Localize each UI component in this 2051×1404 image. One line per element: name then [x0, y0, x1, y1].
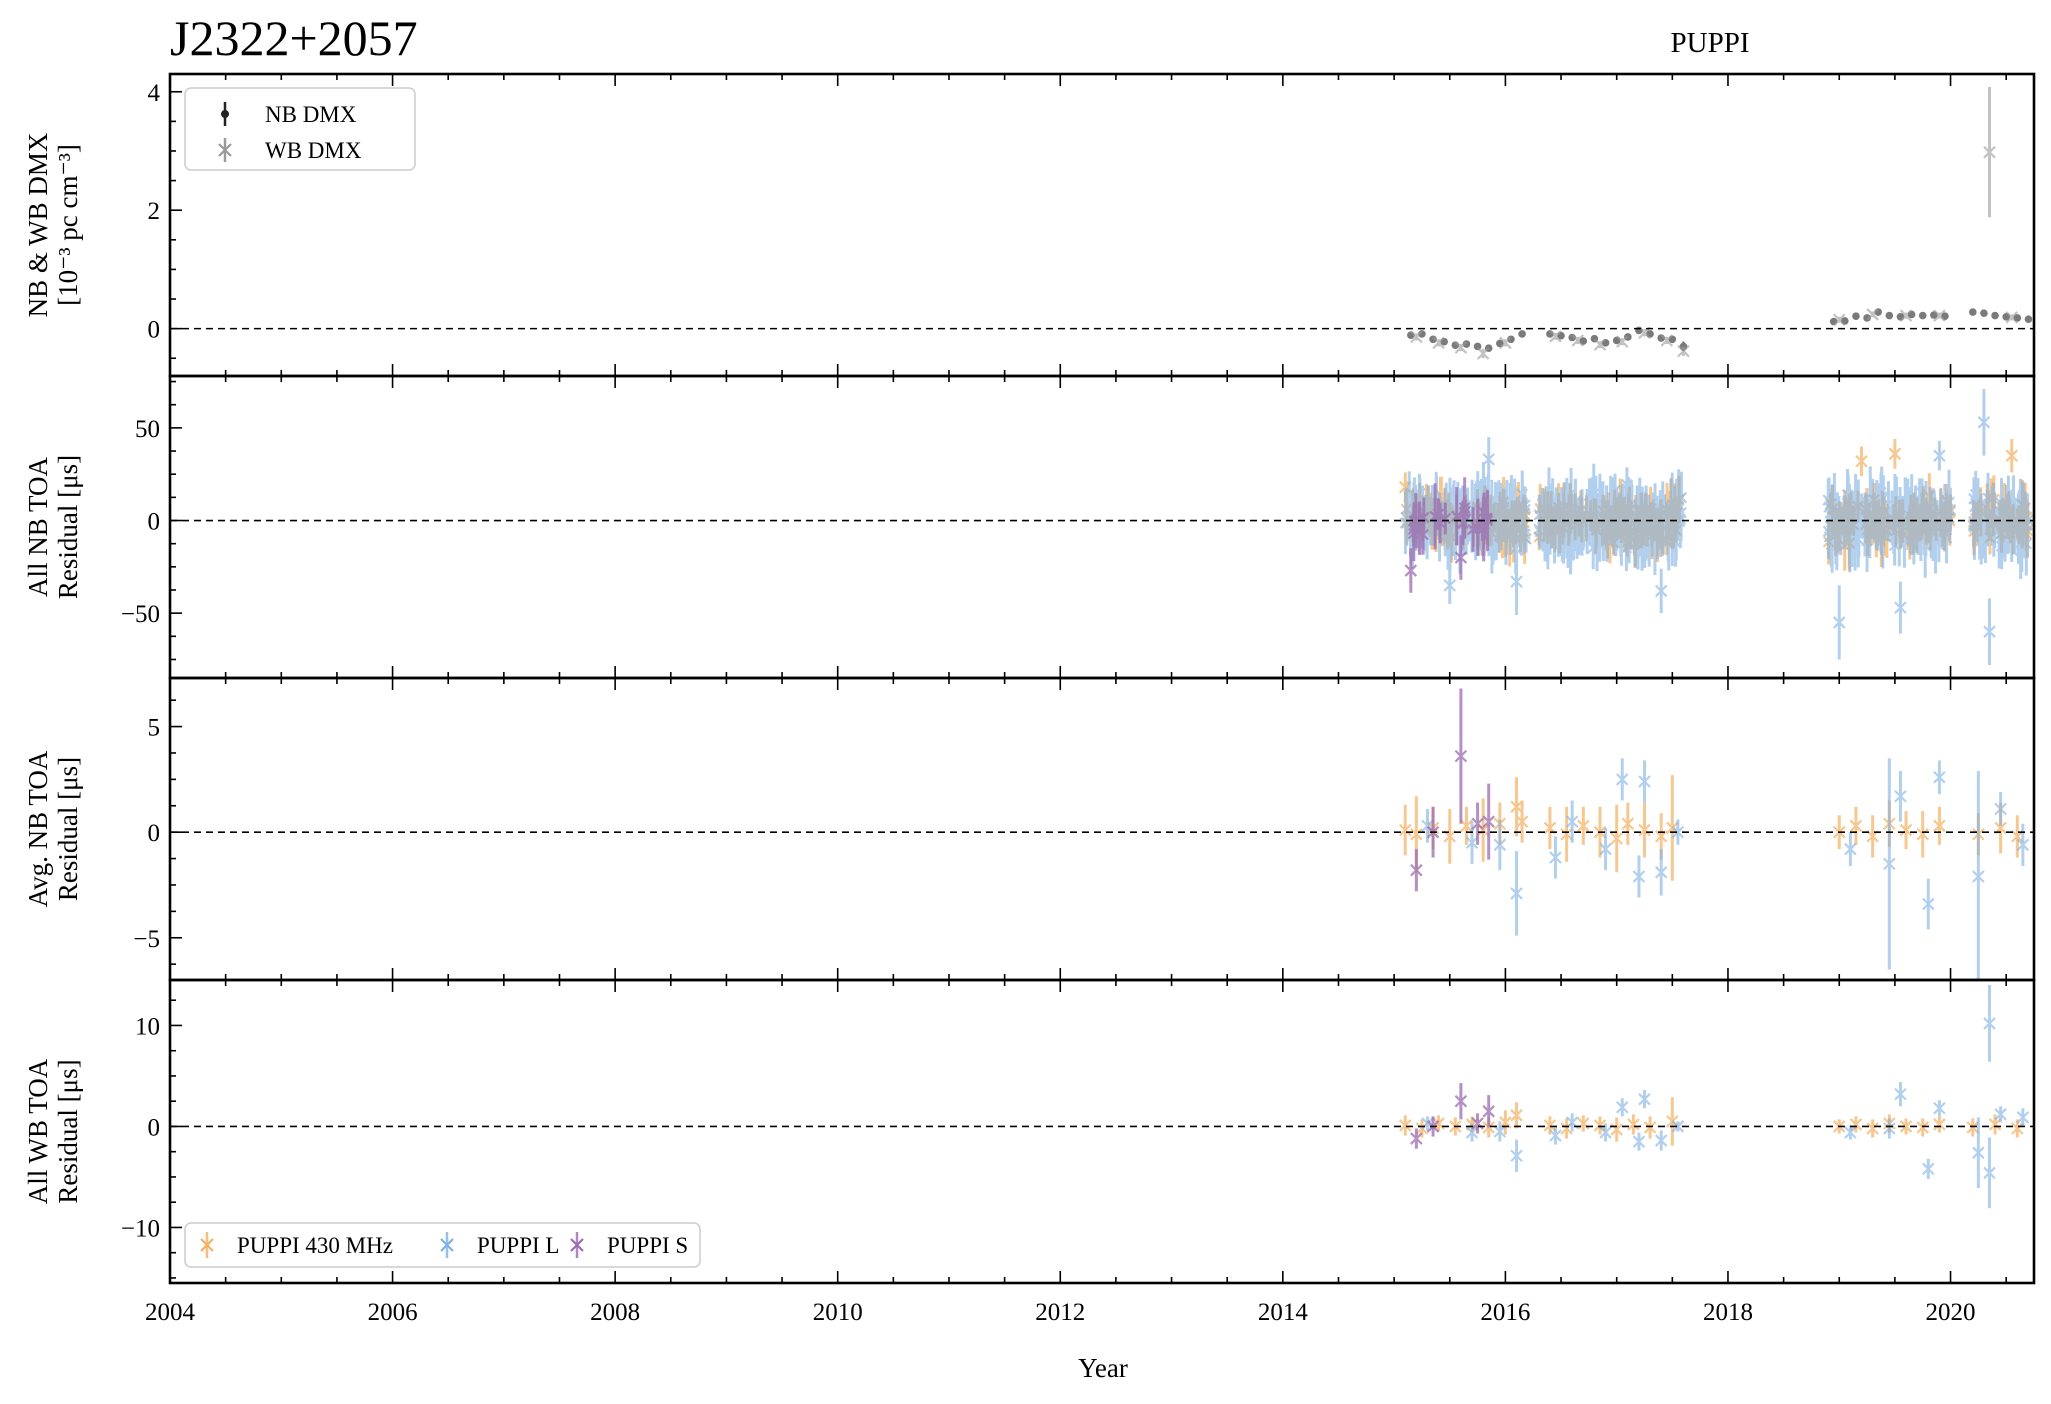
- nb-dmx-point: [1885, 311, 1894, 320]
- y-tick-label: 5: [148, 715, 161, 742]
- y-tick-label: 0: [148, 509, 161, 536]
- nb-dmx-point: [1980, 309, 1988, 318]
- y-tick-label: 0: [148, 317, 161, 344]
- y-tick-label: 10: [135, 1013, 160, 1040]
- x-tick-label: 2018: [1703, 1299, 1753, 1326]
- residuals-figure: J2322+2057 PUPPI 0 2 4 NB & WB DMX [10⁻³ pc …: [23, 10, 2036, 1383]
- nb-dmx-point: [2024, 315, 2033, 323]
- nb-dmx-point: [1991, 311, 1999, 320]
- x-tick-label: 2010: [813, 1299, 863, 1326]
- legend-marker: [221, 110, 229, 118]
- y-tick-label: 2: [148, 198, 161, 225]
- panels-group: 0 2 4 NB & WB DMX [10⁻³ pc cm⁻³] NB DMX WB DMX…: [23, 72, 2036, 1326]
- nb-dmx-point: [1968, 308, 1977, 316]
- panel-avg_nb-marks: [1398, 688, 2030, 980]
- y-axis-label: All NB TOA: [23, 456, 53, 597]
- panel-frame: [168, 676, 2036, 982]
- x-tick-label: 2006: [368, 1299, 418, 1326]
- x-tick-label: 2004: [145, 1299, 196, 1326]
- y-axis-label: Residual [μs]: [53, 1059, 83, 1203]
- x-axis-label: Year: [1078, 1353, 1128, 1383]
- panel-all_nb-marks: [1398, 388, 2034, 666]
- figure-subtitle: PUPPI: [1671, 27, 1750, 59]
- x-tick-label: 2020: [1926, 1299, 1976, 1326]
- y-axis-label: [10⁻³ pc cm⁻³]: [53, 144, 83, 306]
- figure-title: J2322+2057: [170, 10, 418, 66]
- y-axis-label: Residual [μs]: [53, 757, 83, 901]
- panel-all_wb-marks: [1398, 985, 2030, 1209]
- series-puppi_s: [1410, 1083, 1495, 1149]
- y-axis-label: NB & WB DMX: [23, 132, 53, 317]
- legend-label: NB DMX: [265, 102, 357, 127]
- nb-dmx-point: [1918, 311, 1927, 320]
- y-tick-label: 0: [148, 1114, 161, 1141]
- y-axis-label: All WB TOA: [23, 1058, 53, 1204]
- x-tick-label: 2016: [1480, 1299, 1530, 1326]
- y-tick-label: 4: [148, 80, 161, 107]
- y-tick-label: −50: [121, 601, 160, 628]
- y-axis-label: Residual [μs]: [53, 455, 83, 599]
- x-tick-label: 2012: [1035, 1299, 1085, 1326]
- legend-label: PUPPI 430 MHz: [237, 1233, 393, 1258]
- legend-label: PUPPI S: [607, 1233, 688, 1258]
- y-tick-label: −10: [121, 1215, 160, 1242]
- nb-dmx-point: [1852, 312, 1860, 320]
- x-tick-label: 2008: [590, 1299, 640, 1326]
- series-puppi_430: [1398, 775, 2024, 881]
- series-wb_dmx: [1410, 87, 2019, 360]
- y-tick-label: 0: [148, 820, 161, 847]
- panel-frame: [168, 374, 2036, 680]
- panel-dmx-marks: [1407, 87, 2033, 360]
- series-puppi_l: [1421, 758, 2030, 980]
- series-puppi_l: [1421, 985, 2030, 1209]
- panel-frame: [168, 72, 2036, 378]
- series-puppi_l: [1399, 388, 2034, 666]
- legend-label: WB DMX: [265, 138, 362, 163]
- nb-dmx-point: [1518, 330, 1526, 338]
- series-puppi_430: [1398, 1097, 2024, 1146]
- y-tick-label: −5: [133, 926, 160, 953]
- legend-label: PUPPI L: [477, 1233, 559, 1258]
- y-axis-label: Avg. NB TOA: [23, 750, 53, 907]
- y-tick-label: 50: [135, 416, 160, 443]
- x-tick-label: 2014: [1258, 1299, 1309, 1326]
